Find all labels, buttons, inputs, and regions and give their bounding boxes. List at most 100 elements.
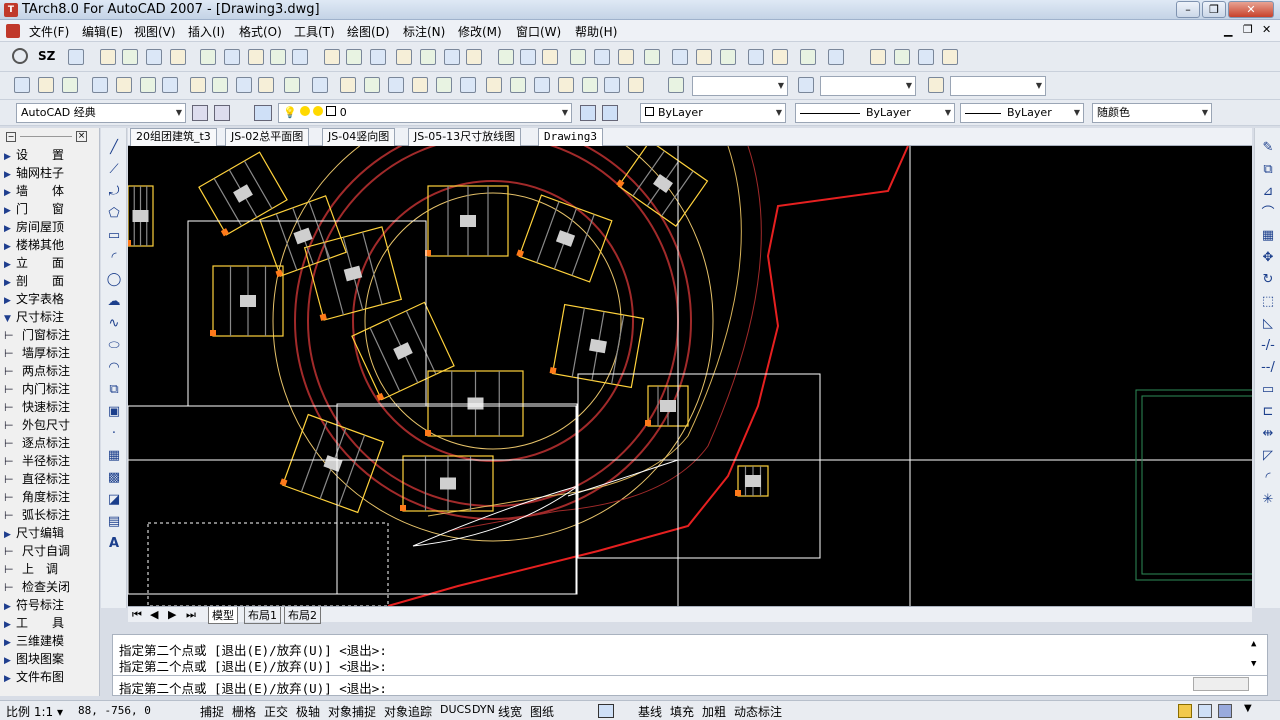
screen-menu-item[interactable]: ⊢ 角度标注 — [4, 488, 70, 506]
tarch-tool-icon-23[interactable] — [618, 49, 634, 65]
viewport-icon[interactable] — [598, 704, 614, 718]
workspace-gear-icon[interactable] — [214, 105, 230, 121]
region-icon[interactable]: ◪ — [106, 492, 122, 508]
standard-tool-icon-28[interactable] — [798, 77, 814, 93]
menu-insert[interactable]: 插入(I) — [188, 23, 225, 40]
toggle-dynamic-dim[interactable]: 动态标注 — [734, 703, 782, 720]
doc-restore-button[interactable]: ❐ — [1243, 23, 1253, 36]
standard-tool-icon-29[interactable] — [928, 77, 944, 93]
toggle-ortho[interactable]: 正交 — [264, 703, 288, 720]
menu-help[interactable]: 帮助(H) — [575, 23, 617, 40]
prev-tab-icon[interactable]: ◀ — [150, 608, 158, 621]
tarch-tool-icon-15[interactable] — [420, 49, 436, 65]
tarch-tool-icon-24[interactable] — [644, 49, 660, 65]
screen-menu-item[interactable]: ⊢ 逐点标注 — [4, 434, 70, 452]
screen-menu-item[interactable]: ⊢ 弧长标注 — [4, 506, 70, 524]
screen-menu-item[interactable]: ⊢ 外包尺寸 — [4, 416, 70, 434]
screen-menu-item[interactable]: ▶ 剖 面 — [4, 272, 64, 290]
plotstyle-combo[interactable]: 随颜色 ▼ — [1092, 103, 1212, 123]
standard-tool-icon-6[interactable] — [140, 77, 156, 93]
minimize-button[interactable]: – — [1176, 1, 1200, 18]
screen-menu-item[interactable]: ⊢ 墙厚标注 — [4, 344, 70, 362]
ellipse-icon[interactable]: ⬭ — [106, 338, 122, 354]
hatch-icon[interactable]: ▦ — [106, 448, 122, 464]
tarch-tool-icon-9[interactable] — [270, 49, 286, 65]
fillet-icon[interactable]: ◜ — [1260, 470, 1276, 486]
command-window[interactable]: 指定第二个点或 [退出(E)/放弃(U)] <退出>: 指定第二个点或 [退出(… — [112, 634, 1268, 696]
command-hscrollbar[interactable] — [1193, 677, 1249, 691]
command-prompt[interactable]: 指定第二个点或 [退出(E)/放弃(U)] <退出>: — [119, 678, 387, 697]
gradient-icon[interactable]: ▩ — [106, 470, 122, 486]
standard-tool-icon-1[interactable] — [14, 77, 30, 93]
doc-minimize-button[interactable]: ▁ — [1224, 24, 1232, 37]
standard-tool-icon-2[interactable] — [38, 77, 54, 93]
standard-tool-icon-19[interactable] — [460, 77, 476, 93]
screen-menu-item[interactable]: ⊢ 内门标注 — [4, 380, 70, 398]
erase-icon[interactable]: ✎ — [1260, 140, 1276, 156]
explode-icon[interactable]: ✳ — [1260, 492, 1276, 508]
screen-menu-item[interactable]: ▶ 墙 体 — [4, 182, 64, 200]
tarch-tool-icon-30[interactable] — [800, 49, 816, 65]
menu-file[interactable]: 文件(F) — [29, 23, 69, 40]
tarch-tool-icon-8[interactable] — [248, 49, 264, 65]
clean-screen-icon[interactable] — [1218, 704, 1232, 718]
tarch-tool-icon-31[interactable] — [828, 49, 844, 65]
tarch-tool-icon-35[interactable] — [942, 49, 958, 65]
tab-js04[interactable]: JS-04竖向图 — [322, 128, 396, 146]
screen-menu-item[interactable]: ▶ 设 置 — [4, 146, 64, 164]
standard-tool-icon-15[interactable] — [364, 77, 380, 93]
standard-tool-icon-8[interactable] — [190, 77, 206, 93]
join-icon[interactable]: ⇹ — [1260, 426, 1276, 442]
screen-menu-item[interactable]: ⊢ 检查关闭 — [4, 578, 70, 596]
tab-drawing3[interactable]: Drawing3 — [538, 128, 603, 146]
panel-close-icon[interactable]: × — [76, 131, 87, 142]
polyline-icon[interactable]: ⤾ — [106, 184, 122, 200]
last-tab-icon[interactable]: ⏭ — [186, 608, 196, 622]
tarch-tool-icon-1[interactable] — [68, 49, 84, 65]
tab-20-zutuan[interactable]: 20组团建筑_t3 — [130, 128, 217, 146]
tarch-tool-icon-22[interactable] — [594, 49, 610, 65]
layer-combo[interactable]: 💡 0 ▼ — [278, 103, 572, 123]
tarch-tool-icon-10[interactable] — [292, 49, 308, 65]
layer-previous-icon[interactable] — [602, 105, 618, 121]
rectangle-icon[interactable]: ▭ — [106, 228, 122, 244]
menu-view[interactable]: 视图(V) — [134, 23, 176, 40]
text-style-combo[interactable]: ▼ — [692, 76, 788, 96]
tarch-tool-icon-34[interactable] — [918, 49, 934, 65]
toggle-osnap[interactable]: 对象捕捉 — [328, 703, 376, 720]
table-style-combo[interactable]: ▼ — [950, 76, 1046, 96]
toggle-bold[interactable]: 加粗 — [702, 703, 726, 720]
tarch-tool-icon-11[interactable] — [324, 49, 340, 65]
standard-tool-icon-16[interactable] — [388, 77, 404, 93]
rotate-icon[interactable]: ↻ — [1260, 272, 1276, 288]
workspace-combo[interactable]: AutoCAD 经典 ▼ — [16, 103, 186, 123]
tarch-tool-icon-33[interactable] — [894, 49, 910, 65]
scale-icon[interactable]: ⬚ — [1260, 294, 1276, 310]
trim-icon[interactable]: -/- — [1260, 338, 1276, 354]
dim-style-combo[interactable]: ▼ — [820, 76, 916, 96]
tarch-tool-icon-14[interactable] — [396, 49, 412, 65]
gear-icon[interactable] — [12, 48, 28, 64]
screen-menu-item[interactable]: ▼ 尺寸标注 — [4, 308, 64, 326]
screen-menu-item[interactable]: ▶ 图块图案 — [4, 650, 64, 668]
make-layer-current-icon[interactable] — [580, 105, 596, 121]
standard-tool-icon-13[interactable] — [312, 77, 328, 93]
array-icon[interactable]: ▦ — [1260, 228, 1276, 244]
toggle-paper[interactable]: 图纸 — [530, 703, 554, 720]
screen-menu-item[interactable]: ▶ 门 窗 — [4, 200, 64, 218]
sz-button[interactable]: SZ — [38, 49, 55, 63]
screen-menu-item[interactable]: ▶ 尺寸编辑 — [4, 524, 64, 542]
standard-tool-icon-7[interactable] — [162, 77, 178, 93]
insert-block-icon[interactable]: ⧉ — [106, 382, 122, 398]
tarch-tool-icon-25[interactable] — [672, 49, 688, 65]
screen-menu-item[interactable]: ⊢ 快速标注 — [4, 398, 70, 416]
toggle-lineweight[interactable]: 线宽 — [498, 703, 522, 720]
revision-cloud-icon[interactable]: ☁ — [106, 294, 122, 310]
lineweight-combo[interactable]: ByLayer ▼ — [960, 103, 1084, 123]
tarch-tool-icon-18[interactable] — [498, 49, 514, 65]
linetype-combo[interactable]: ByLayer ▼ — [795, 103, 955, 123]
app-icon[interactable]: T — [4, 3, 18, 17]
tab-model[interactable]: 模型 — [208, 607, 238, 624]
line-icon[interactable]: ╱ — [106, 140, 122, 156]
workspace-settings-icon[interactable] — [192, 105, 208, 121]
